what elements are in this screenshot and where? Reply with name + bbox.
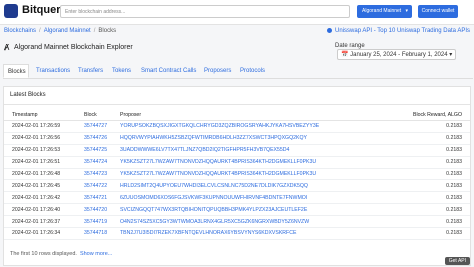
rows-count-text: The first 10 rows displayed. <box>10 251 77 257</box>
tab-transfers[interactable]: Transfers <box>78 64 103 78</box>
proposer-link[interactable]: HQQRVWYPIAHWKH5ZSBZQFWTIMRDB6HDLH3ZZ7XSW… <box>120 132 410 145</box>
date-range-value: January 25, 2024 - February 1, 2024 <box>350 52 448 58</box>
block-link[interactable]: 35744725 <box>84 144 120 157</box>
block-link[interactable]: 35744718 <box>84 227 120 240</box>
table-row: 2024-02-01 17:26:59 35744727 YORUPSOKZBQSX… <box>4 120 470 133</box>
tab-tokens[interactable]: Tokens <box>112 64 131 78</box>
reward-cell: 0.2183 <box>410 132 470 145</box>
reward-cell: 0.2183 <box>410 179 470 193</box>
tab-protocols[interactable]: Protocols <box>240 64 265 78</box>
block-link[interactable]: 35744724 <box>84 156 120 169</box>
block-link[interactable]: 35744719 <box>84 215 120 229</box>
bitquery-logo-icon[interactable] <box>4 4 18 18</box>
block-link[interactable]: 35744721 <box>84 191 120 205</box>
network-selector[interactable]: Algorand Mainnet ▾ <box>357 5 412 18</box>
timestamp-cell: 2024-02-01 17:26:42 <box>4 191 84 205</box>
header-block: Block <box>84 109 120 121</box>
show-more-link[interactable]: Show more... <box>80 251 112 257</box>
timestamp-cell: 2024-02-01 17:26:51 <box>4 156 84 169</box>
proposer-link[interactable]: 6ZUUOSMOMD6XOS6FGJSVKWF3KUPNNOUUWFHIRVNF… <box>120 191 410 205</box>
latest-blocks-panel: Latest Blocks Timestamp Block Proposer B… <box>3 86 471 266</box>
connect-wallet-button[interactable]: Connect wallet <box>418 5 458 18</box>
proposer-link[interactable]: 3UADDWWWE6LV7TX47TLJNZ7QBD2IQ2TIGFHPR5FH… <box>120 144 410 157</box>
reward-cell: 0.2183 <box>410 144 470 157</box>
timestamp-cell: 2024-02-01 17:26:37 <box>4 215 84 229</box>
get-api-button[interactable]: Get API <box>444 257 470 265</box>
timestamp-cell: 2024-02-01 17:26:40 <box>4 203 84 217</box>
block-link[interactable]: 35744726 <box>84 132 120 145</box>
reward-cell: 0.2183 <box>410 227 470 240</box>
table-row: 2024-02-01 17:26:53 35744725 3UADDWWWE6LV7… <box>4 144 470 157</box>
breadcrumb: Blockchains / Algorand Mainnet / Blocks <box>4 28 117 34</box>
table-row: 2024-02-01 17:26:42 35744721 6ZUUOSMOMD6XO… <box>4 191 470 205</box>
chevron-down-icon: ▾ <box>405 8 408 14</box>
reward-cell: 0.2183 <box>410 120 470 133</box>
proposer-link[interactable]: O4N2S74SZ5XC5GY3WTWMOA3LRNX4GLR5XC5GZK6N… <box>120 215 410 229</box>
table-row: 2024-02-01 17:26:45 35744722 HRLD2SIMT2Q4U… <box>4 179 470 193</box>
algorand-icon: Ⱥ <box>4 43 10 52</box>
tab-bar: Blocks Transactions Transfers Tokens Sma… <box>3 64 473 79</box>
reward-cell: 0.2183 <box>410 156 470 169</box>
date-range-picker[interactable]: 📅 January 25, 2024 - February 1, 2024 ▾ <box>337 49 457 60</box>
uniswap-icon <box>327 28 333 33</box>
block-link[interactable]: 35744723 <box>84 168 120 181</box>
block-link[interactable]: 35744720 <box>84 203 120 217</box>
search-input[interactable]: Enter blockchain address... <box>60 5 350 18</box>
network-label: Algorand Mainnet <box>362 8 402 14</box>
timestamp-cell: 2024-02-01 17:26:34 <box>4 227 84 240</box>
table-row: 2024-02-01 17:26:56 35744726 HQQRVWYPIAHWK… <box>4 132 470 145</box>
breadcrumb-blockchains[interactable]: Blockchains <box>4 28 36 34</box>
block-link[interactable]: 35744722 <box>84 179 120 193</box>
tab-smart-contract-calls[interactable]: Smart Contract Calls <box>141 64 196 78</box>
tab-transactions[interactable]: Transactions <box>36 64 70 78</box>
reward-cell: 0.2183 <box>410 203 470 217</box>
breadcrumb-network[interactable]: Algorand Mainnet <box>44 28 91 34</box>
block-link[interactable]: 35744727 <box>84 120 120 133</box>
blocks-table: Timestamp Block Proposer Block Reward, A… <box>4 109 470 240</box>
tab-proposers[interactable]: Proposers <box>204 64 231 78</box>
header-proposer: Proposer <box>120 109 410 121</box>
timestamp-cell: 2024-02-01 17:26:48 <box>4 168 84 181</box>
page-title: Algorand Mainnet Blockchain Explorer <box>14 44 133 51</box>
promo-link[interactable]: Unisswap API - Top 10 Uniswap Trading Da… <box>327 28 470 34</box>
reward-cell: 0.2183 <box>410 168 470 181</box>
table-row: 2024-02-01 17:26:37 35744719 O4N2S74SZ5XC5… <box>4 215 470 229</box>
proposer-link[interactable]: YK5KZSZT27L7WZAW7TNONVDZHQQAURKT4BPRIS36… <box>120 156 410 169</box>
table-footer: The first 10 rows displayed. Show more... <box>10 251 112 257</box>
header-reward: Block Reward, ALGO <box>410 109 470 121</box>
proposer-link[interactable]: HRLD2SIMT2Q4UPYOEU7WHDI3ELCVLCSNLNC75D2N… <box>120 179 410 193</box>
table-row: 2024-02-01 17:26:40 35744720 SVCIZNGQQT747… <box>4 203 470 217</box>
header-timestamp: Timestamp <box>4 109 84 121</box>
timestamp-cell: 2024-02-01 17:26:59 <box>4 120 84 133</box>
breadcrumb-current: Blocks <box>98 28 117 34</box>
timestamp-cell: 2024-02-01 17:26:45 <box>4 179 84 193</box>
panel-title: Latest Blocks <box>4 87 470 105</box>
reward-cell: 0.2183 <box>410 215 470 229</box>
reward-cell: 0.2183 <box>410 191 470 205</box>
proposer-link[interactable]: YORUPSOKZBQSXJIGXTGKQLCHRYGD3ZQZBIROGSRY… <box>120 120 410 133</box>
top-bar: Bitquery Enter blockchain address... Alg… <box>0 0 474 25</box>
table-row: 2024-02-01 17:26:51 35744724 YK5KZSZT27L7W… <box>4 156 470 169</box>
date-range: Date range 📅 January 25, 2024 - February… <box>335 43 474 60</box>
table-row: 2024-02-01 17:26:48 35744723 YK5KZSZT27L7W… <box>4 168 470 181</box>
proposer-link[interactable]: SVCIZNGQQT747WX3RTQBIHONITQPUQBBH3PMK4YL… <box>120 203 410 217</box>
tab-blocks[interactable]: Blocks <box>3 64 29 78</box>
timestamp-cell: 2024-02-01 17:26:56 <box>4 132 84 145</box>
proposer-link[interactable]: YK5KZSZT27L7WZAW7TNONVDZHQQAURKT4BPRIS36… <box>120 168 410 181</box>
promo-text: Unisswap API - Top 10 Uniswap Trading Da… <box>335 28 470 35</box>
proposer-link[interactable]: TBN2J7U3I5DI7RZEK7XBFNTQEVLHNORAX6YBSVYN… <box>120 227 410 240</box>
timestamp-cell: 2024-02-01 17:26:53 <box>4 144 84 157</box>
table-row: 2024-02-01 17:26:34 35744718 TBN2J7U3I5DI7… <box>4 227 470 240</box>
